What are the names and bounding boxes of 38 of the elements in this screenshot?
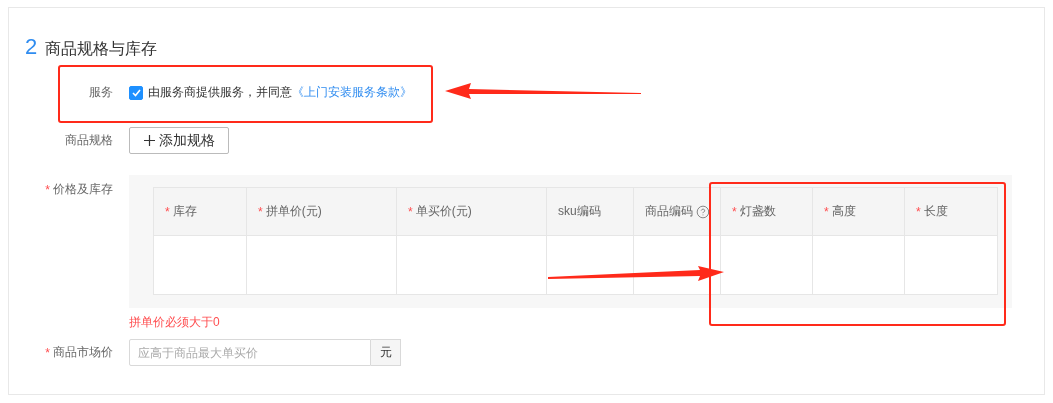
section-number: 2 — [25, 34, 38, 60]
required-mark: * — [45, 182, 50, 197]
field-label: 商品规格 — [65, 132, 113, 149]
error-message: 拼单价必须大于0 — [129, 314, 221, 331]
table-cell[interactable] — [397, 236, 547, 295]
add-spec-button[interactable]: 添加规格 — [129, 127, 229, 154]
column-title: 商品编码 — [645, 203, 693, 220]
required-mark: * — [732, 204, 737, 219]
market-price-input[interactable]: 应高于商品最大单买价 — [129, 339, 371, 366]
required-mark: * — [45, 345, 50, 360]
checkbox-label: 由服务商提供服务，并同意 — [148, 84, 292, 101]
table-cell[interactable] — [247, 236, 397, 295]
column-title: sku编码 — [558, 203, 601, 220]
table-cell[interactable] — [721, 236, 813, 295]
required-mark: * — [824, 204, 829, 219]
table-cell[interactable] — [813, 236, 905, 295]
column-title: 库存 — [172, 203, 197, 220]
table-cell[interactable] — [905, 236, 998, 295]
table-cell[interactable] — [547, 236, 634, 295]
checkbox[interactable] — [129, 85, 143, 100]
help-icon[interactable] — [696, 204, 710, 219]
required-mark: * — [165, 204, 170, 219]
required-mark: * — [916, 204, 921, 219]
field-label: 服务 — [89, 84, 113, 101]
column-title: 单买价(元) — [415, 203, 472, 220]
table-cell[interactable] — [154, 236, 247, 295]
section-title: 商品规格与库存 — [45, 39, 158, 59]
column-title: 高度 — [831, 203, 856, 220]
column-title: 长度 — [923, 203, 948, 220]
column-title: 拼单价(元) — [265, 203, 322, 220]
unit-addon: 元 — [371, 339, 401, 366]
field-label: 价格及库存 — [53, 181, 113, 198]
field-label: 商品市场价 — [53, 344, 113, 361]
plus-icon — [143, 135, 155, 146]
column-title: 灯盏数 — [739, 203, 776, 220]
required-mark: * — [408, 204, 413, 219]
required-mark: * — [258, 204, 263, 219]
terms-link[interactable]: 《上门安装服务条款》 — [292, 84, 412, 101]
